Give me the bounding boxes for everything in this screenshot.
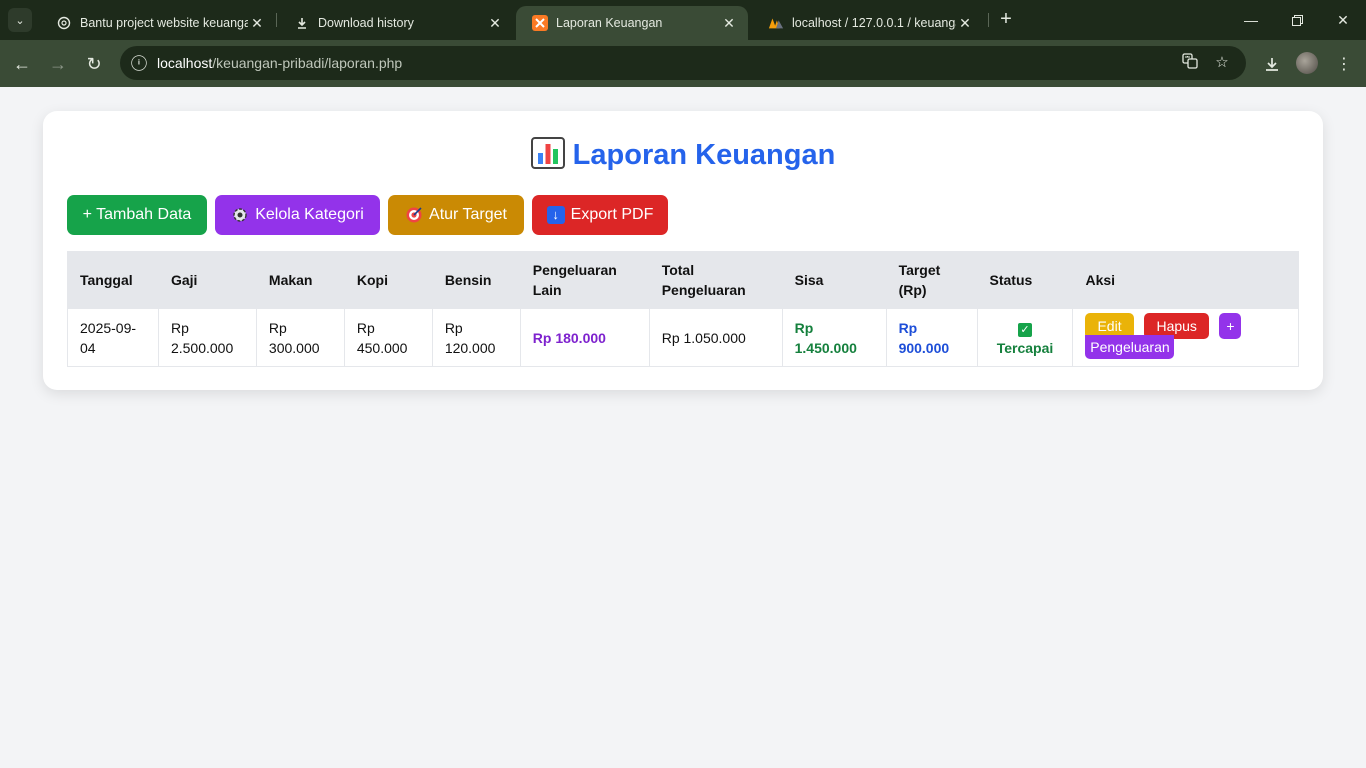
cell-kopi: Rp 450.000 <box>343 308 433 367</box>
table-row: 2025-09-04 Rp 2.500.000 Rp 300.000 Rp 45… <box>67 308 1299 367</box>
cell-aksi: Edit Hapus + Pengeluaran <box>1072 308 1299 367</box>
page-title-text: Laporan Keuangan <box>572 139 836 171</box>
tab-laporan-keuangan[interactable]: Laporan Keuangan ✕ <box>516 6 748 40</box>
tambah-data-button[interactable]: + Tambah Data <box>67 195 207 235</box>
check-icon: ✓ <box>1017 322 1032 337</box>
reload-icon: ↻ <box>86 53 102 74</box>
header-kopi: Kopi <box>343 251 433 309</box>
close-icon[interactable]: ✕ <box>486 15 504 32</box>
table-header-row: Tanggal Gaji Makan Kopi Bensin Pengeluar… <box>67 251 1299 309</box>
cell-tanggal: 2025-09-04 <box>67 308 159 367</box>
tab-title: localhost / 127.0.0.1 / keuangan <box>792 16 956 30</box>
openai-icon <box>56 15 72 31</box>
more-vert-icon: ⋮ <box>1336 56 1352 73</box>
download-icon <box>1266 58 1278 71</box>
tab-phpmyadmin[interactable]: localhost / 127.0.0.1 / keuangan ✕ <box>752 6 984 40</box>
tab-title: Laporan Keuangan <box>556 16 663 30</box>
status-badge: Tercapai <box>996 339 1054 356</box>
phpmyadmin-icon <box>768 15 784 31</box>
xampp-icon <box>532 15 548 31</box>
page-title: Laporan Keuangan <box>43 137 1323 172</box>
menu-button[interactable]: ⋮ <box>1330 50 1358 78</box>
close-icon[interactable]: ✕ <box>720 15 738 32</box>
cell-target: Rp 900.000 <box>885 308 978 367</box>
cell-makan: Rp 300.000 <box>255 308 345 367</box>
kelola-kategori-button[interactable]: Kelola Kategori <box>215 195 380 235</box>
browser-toolbar: ← → ↻ i localhost/keuangan-pribadi/lapor… <box>0 40 1366 87</box>
tambah-pengeluaran-button[interactable]: + <box>1219 313 1242 339</box>
bookmark-star-icon[interactable]: ☆ <box>1212 53 1232 73</box>
close-window-button[interactable]: ✕ <box>1320 0 1366 40</box>
download-icon <box>294 15 310 31</box>
close-icon[interactable]: ✕ <box>248 15 266 32</box>
header-tanggal: Tanggal <box>67 251 159 309</box>
export-pdf-label: Export PDF <box>570 206 654 223</box>
translate-icon[interactable] <box>1180 53 1200 73</box>
tambah-data-label: + Tambah Data <box>82 206 192 223</box>
url-path: /keuangan-pribadi/laporan.php <box>212 55 403 71</box>
tambah-pengeluaran-label[interactable]: Pengeluaran <box>1085 335 1175 359</box>
header-status: Status <box>976 251 1074 309</box>
tab-chatgpt[interactable]: Bantu project website keuangan ✕ <box>40 6 276 40</box>
tab-separator <box>276 13 277 27</box>
cell-status: ✓ Tercapai <box>976 308 1074 367</box>
url-host: localhost <box>157 55 213 71</box>
site-info-icon[interactable]: i <box>131 55 147 71</box>
chevron-down-icon: ⌄ <box>15 14 25 27</box>
arrow-left-icon: ← <box>13 53 31 74</box>
header-gaji: Gaji <box>157 251 257 309</box>
cell-bensin: Rp 120.000 <box>431 308 521 367</box>
minimize-icon: — <box>1244 12 1258 28</box>
close-icon: ✕ <box>1337 11 1349 28</box>
header-makan: Makan <box>255 251 345 309</box>
export-pdf-button[interactable]: ↓ Export PDF <box>532 195 668 235</box>
cell-gaji: Rp 2.500.000 <box>157 308 257 367</box>
tab-download-history[interactable]: Download history ✕ <box>278 6 514 40</box>
address-bar[interactable]: i localhost/keuangan-pribadi/laporan.php… <box>120 46 1246 80</box>
tab-search-button[interactable]: ⌄ <box>8 8 32 32</box>
bar-chart-icon <box>530 137 565 169</box>
url-text[interactable]: localhost/keuangan-pribadi/laporan.php <box>157 55 402 71</box>
tab-title: Bantu project website keuangan <box>80 16 248 30</box>
header-sisa: Sisa <box>781 251 887 309</box>
header-pengeluaran-lain: Pengeluaran Lain <box>519 251 650 309</box>
cell-total-pengeluaran: Rp 1.050.000 <box>648 308 783 367</box>
cell-pengeluaran-lain: Rp 180.000 <box>519 308 650 367</box>
header-total-pengeluaran: Total Pengeluaran <box>648 251 783 309</box>
kelola-kategori-label: Kelola Kategori <box>255 206 364 223</box>
back-button[interactable]: ← <box>8 50 36 78</box>
forward-button[interactable]: → <box>44 50 72 78</box>
gear-icon <box>231 206 249 224</box>
header-bensin: Bensin <box>431 251 521 309</box>
arrow-right-icon: → <box>49 53 67 74</box>
report-card: Laporan Keuangan + Tambah Data Kelola Ka… <box>43 111 1323 390</box>
down-arrow-icon: ↓ <box>546 206 565 224</box>
atur-target-button[interactable]: Atur Target <box>388 195 524 235</box>
profile-avatar[interactable] <box>1296 52 1318 74</box>
report-table: Tanggal Gaji Makan Kopi Bensin Pengeluar… <box>67 251 1299 367</box>
close-icon[interactable]: ✕ <box>956 15 974 32</box>
cell-sisa: Rp 1.450.000 <box>781 308 887 367</box>
downloads-button[interactable] <box>1258 50 1286 78</box>
restore-button[interactable] <box>1274 0 1320 40</box>
header-aksi: Aksi <box>1072 251 1299 309</box>
restore-icon <box>1291 14 1303 26</box>
tab-separator <box>988 13 989 27</box>
browser-tab-bar: ⌄ Bantu project website keuangan ✕ Downl… <box>0 0 1366 40</box>
minimize-button[interactable]: — <box>1228 0 1274 40</box>
tab-title: Download history <box>318 16 414 30</box>
target-icon <box>405 206 423 224</box>
atur-target-label: Atur Target <box>429 206 507 223</box>
new-tab-button[interactable]: + <box>994 8 1018 32</box>
header-target: Target (Rp) <box>885 251 978 309</box>
reload-button[interactable]: ↻ <box>80 50 108 78</box>
